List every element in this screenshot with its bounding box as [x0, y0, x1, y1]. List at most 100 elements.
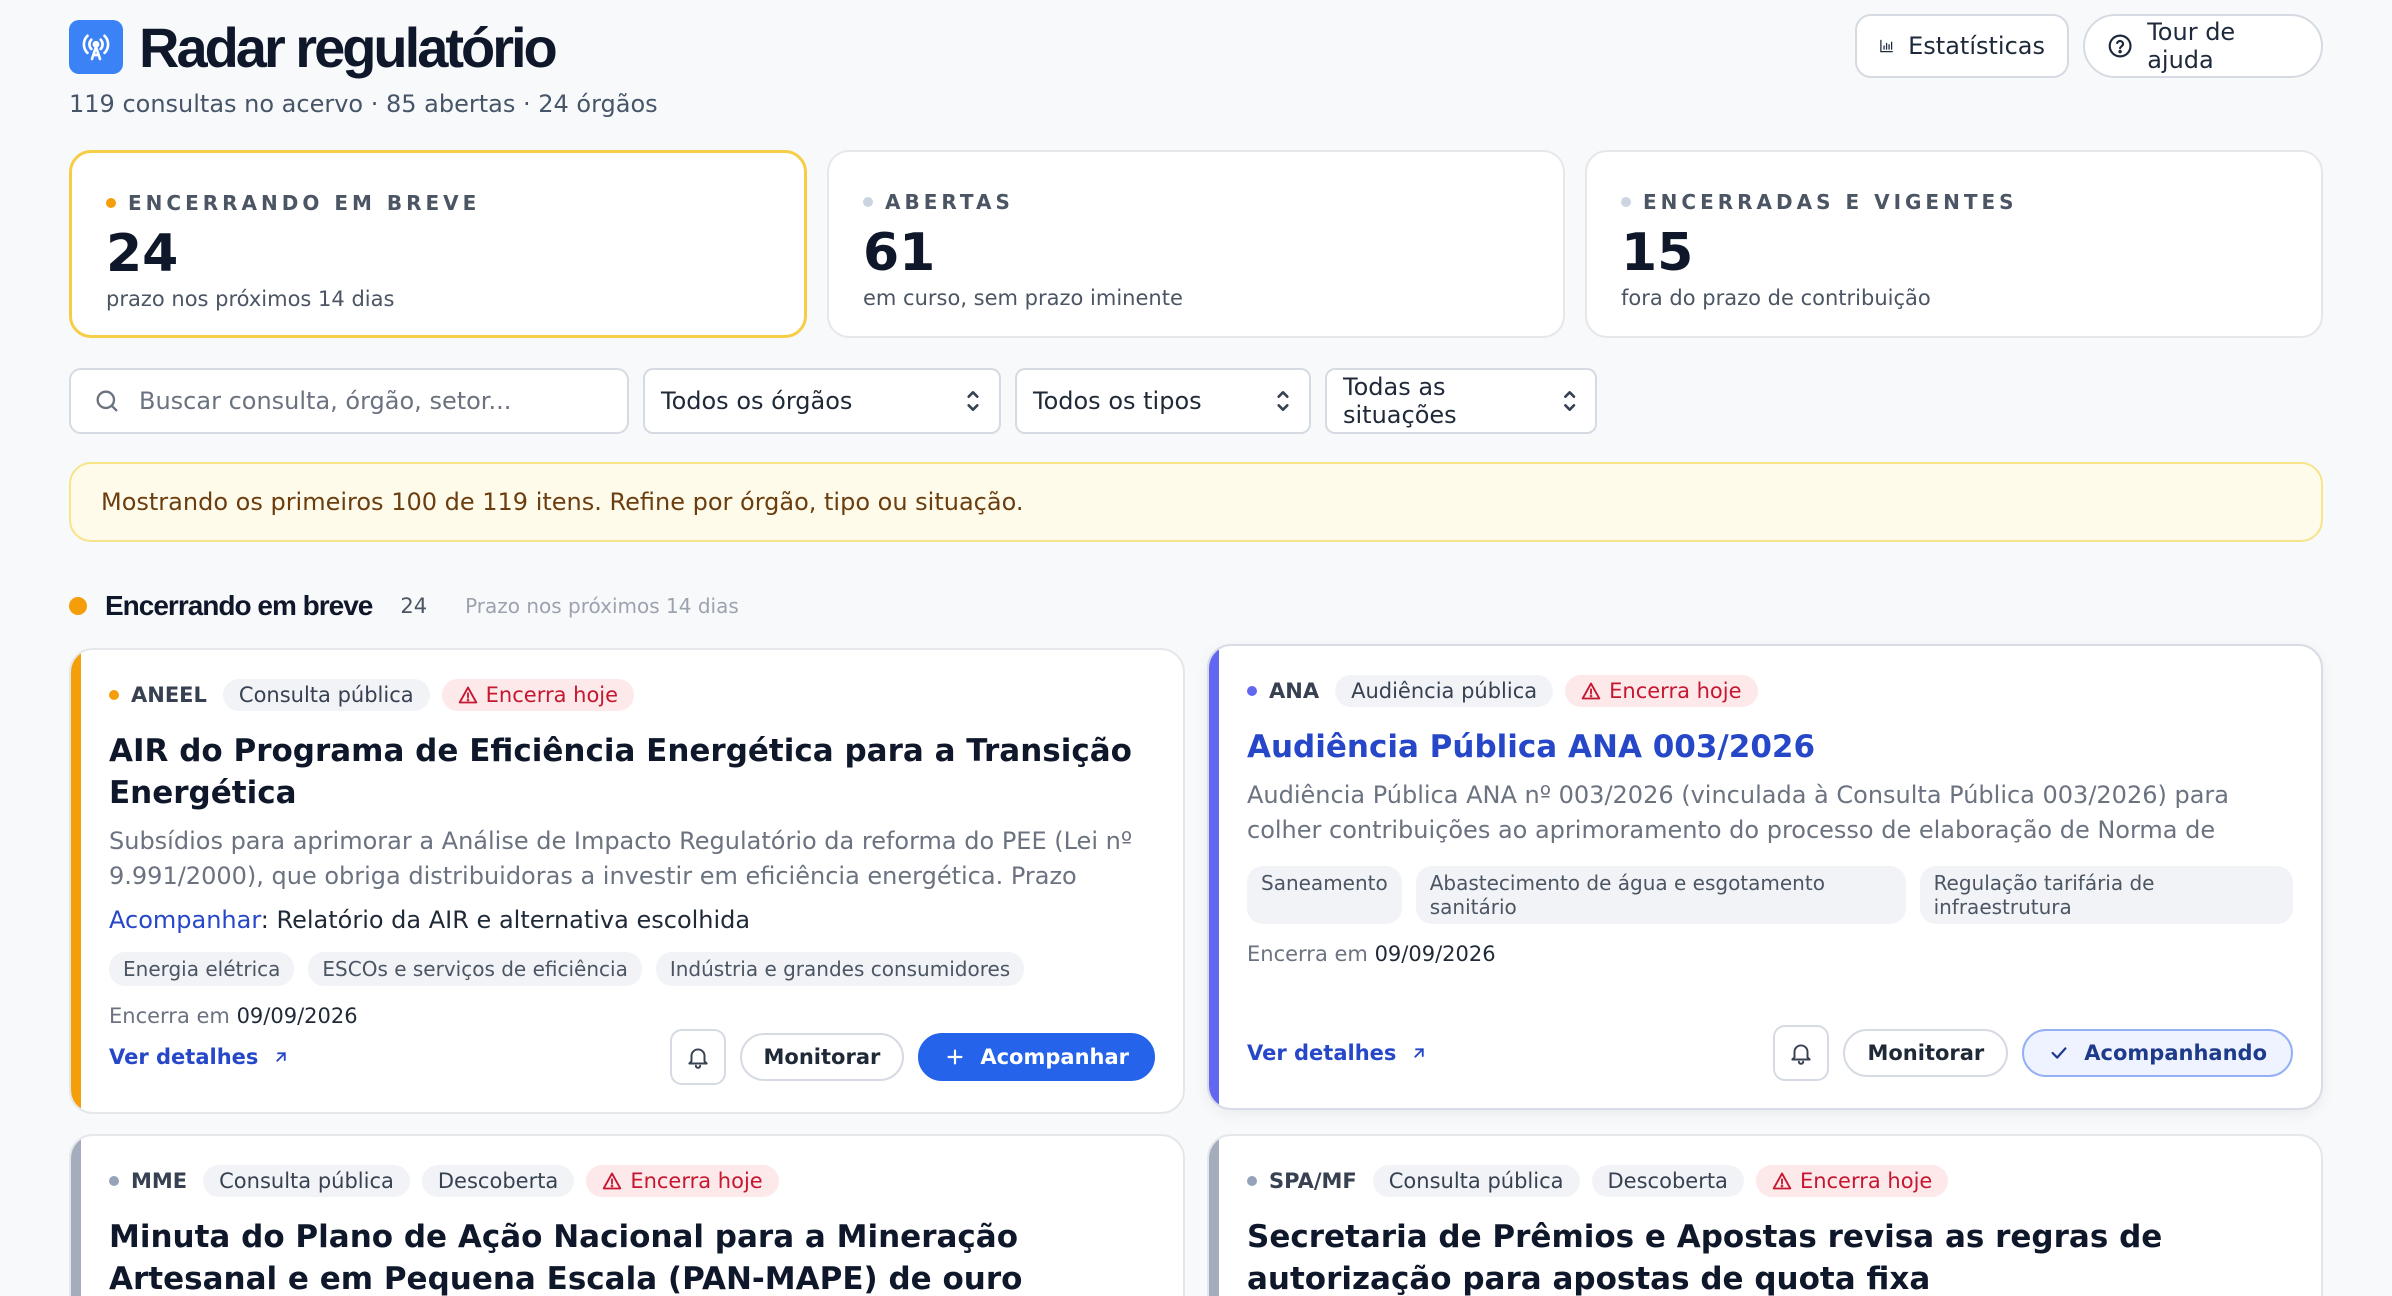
- follow-button[interactable]: Acompanhar: [918, 1033, 1155, 1081]
- consultation-card[interactable]: MME Consulta pública Descoberta Encerra …: [69, 1134, 1185, 1296]
- arrow-up-right-icon: [1414, 1048, 1425, 1058]
- alert-triangle-icon: [603, 1172, 622, 1190]
- notify-button[interactable]: [1773, 1025, 1830, 1081]
- stat-card-closing-soon[interactable]: ENCERRANDO EM BREVE 24 prazo nos próximo…: [69, 150, 807, 338]
- sector-tag: ESCOs e serviços de eficiência: [308, 952, 642, 986]
- deadline-badge-label: Encerra hoje: [1609, 679, 1742, 703]
- status-dot: [106, 198, 116, 208]
- deadline-badge: Encerra hoje: [1565, 675, 1758, 707]
- sector-tag: Indústria e grandes consumidores: [655, 952, 1025, 986]
- card-accent: [1209, 1136, 1219, 1296]
- org-name: ANEEL: [131, 683, 207, 707]
- filter-situacao-select[interactable]: Todas as situações: [1325, 368, 1597, 434]
- deadline-badge: Encerra hoje: [1755, 1165, 1949, 1197]
- monitor-button[interactable]: Monitorar: [739, 1033, 905, 1081]
- statistics-button[interactable]: Estatísticas: [1855, 14, 2069, 78]
- sector-tags: Saneamento Abastecimento de água e esgot…: [1247, 866, 2293, 924]
- following-button-label: Acompanhando: [2084, 1041, 2267, 1065]
- view-details-link[interactable]: Ver detalhes: [109, 1045, 290, 1069]
- sector-tag: Abastecimento de água e esgotamento sani…: [1415, 866, 1906, 924]
- card-description: Subsídios para aprimorar a Análise de Im…: [109, 827, 1133, 890]
- card-footer: Ver detalhes Monitorar Acompanhar: [109, 1029, 1155, 1085]
- sector-tag: Saneamento: [1247, 866, 1402, 924]
- filter-orgao-select[interactable]: Todos os órgãos: [643, 368, 1001, 434]
- stat-card-closed[interactable]: ENCERRADAS E VIGENTES 15 fora do prazo d…: [1585, 150, 2323, 338]
- notify-button[interactable]: [669, 1029, 726, 1085]
- stat-value: 24: [106, 224, 179, 284]
- card-actions: Monitorar Acompanhar: [669, 1029, 1155, 1085]
- deadline-badge: Encerra hoje: [586, 1165, 779, 1197]
- view-details-link[interactable]: Ver detalhes: [1247, 1041, 1428, 1065]
- plus-icon: [947, 1049, 963, 1065]
- filter-tipo-select[interactable]: Todos os tipos: [1015, 368, 1311, 434]
- card-tags: SPA/MF Consulta pública Descoberta Encer…: [1247, 1164, 2293, 1198]
- org-dot: [1247, 686, 1257, 696]
- filter-tipo-value: Todos os tipos: [1033, 387, 1202, 415]
- page: Radar regulatório 119 consultas no acerv…: [69, 0, 2323, 1296]
- search-input[interactable]: [139, 387, 599, 415]
- type-badge: Consulta pública: [203, 1165, 410, 1197]
- filter-orgao-value: Todos os órgãos: [661, 387, 853, 415]
- alert-triangle-icon: [1581, 682, 1601, 700]
- discovery-badge: Descoberta: [1591, 1165, 1744, 1197]
- card-actions: Monitorar Acompanhando: [1773, 1025, 2293, 1081]
- deadline-label: Encerra em: [109, 1004, 230, 1028]
- consultation-card[interactable]: ANA Audiência pública Encerra hoje Audiê…: [1207, 644, 2323, 1110]
- org-name: ANA: [1269, 679, 1320, 703]
- stat-description: fora do prazo de contribuição: [1621, 286, 1931, 310]
- stat-description: em curso, sem prazo iminente: [863, 286, 1183, 310]
- type-badge: Audiência pública: [1335, 675, 1554, 707]
- type-badge: Consulta pública: [222, 679, 430, 711]
- deadline-date: 09/09/2026: [1374, 942, 1496, 966]
- consultation-card[interactable]: SPA/MF Consulta pública Descoberta Encer…: [1207, 1134, 2323, 1296]
- card-title[interactable]: Minuta do Plano de Ação Nacional para a …: [109, 1216, 1155, 1296]
- help-tour-label: Tour de ajuda: [2147, 18, 2236, 74]
- section-dot: [69, 597, 87, 615]
- card-accent: [71, 1136, 81, 1296]
- monitor-button[interactable]: Monitorar: [1843, 1029, 2009, 1077]
- type-badge: Consulta pública: [1372, 1165, 1580, 1197]
- section-count: 24: [400, 594, 428, 618]
- help-tour-button[interactable]: Tour de ajuda: [2083, 14, 2323, 78]
- check-icon: [2051, 1047, 2067, 1059]
- search-icon: [96, 390, 118, 412]
- card-title[interactable]: Audiência Pública ANA 003/2026: [1247, 726, 2293, 768]
- card-accent: [71, 650, 81, 1112]
- view-details-label: Ver detalhes: [109, 1045, 259, 1069]
- alert-triangle-icon: [1772, 1172, 1792, 1190]
- sector-tags: Energia elétrica ESCOs e serviços de efi…: [109, 952, 1155, 986]
- section-title: Encerrando em breve: [105, 590, 373, 621]
- stat-value: 15: [1621, 223, 1694, 283]
- stat-label: ABERTAS: [885, 190, 1014, 214]
- view-details-label: Ver detalhes: [1247, 1041, 1397, 1065]
- stat-description: prazo nos próximos 14 dias: [106, 287, 395, 311]
- following-button[interactable]: Acompanhando: [2022, 1029, 2293, 1077]
- follow-note-text: : Relatório da AIR e alternativa escolhi…: [260, 906, 751, 934]
- sector-tag: Regulação tarifária de infraestrutura: [1919, 866, 2293, 924]
- stat-label: ENCERRANDO EM BREVE: [128, 191, 481, 215]
- radar-logo-icon: [69, 20, 123, 74]
- search-box[interactable]: [69, 368, 629, 434]
- card-title[interactable]: AIR do Programa de Eficiência Energética…: [109, 730, 1155, 814]
- card-footer: Ver detalhes Monitorar Acompanhando: [1247, 1025, 2293, 1081]
- consultation-card[interactable]: ANEEL Consulta pública Encerra hoje AIR …: [69, 648, 1185, 1114]
- card-tags: MME Consulta pública Descoberta Encerra …: [109, 1164, 1155, 1198]
- results-notice: Mostrando os primeiros 100 de 119 itens.…: [69, 462, 2323, 542]
- card-deadline: Encerra em 09/09/2026: [1247, 942, 2293, 966]
- card-title[interactable]: Secretaria de Prêmios e Apostas revisa a…: [1247, 1216, 2293, 1296]
- status-dot: [1621, 197, 1631, 207]
- card-follow-note: Acompanhar: Relatório da AIR e alternati…: [109, 906, 1155, 934]
- card-tags: ANA Audiência pública Encerra hoje: [1247, 674, 2293, 708]
- chevron-up-down-icon: [967, 391, 979, 411]
- sector-tag: Energia elétrica: [109, 952, 295, 986]
- arrow-up-right-icon: [276, 1052, 287, 1062]
- discovery-badge: Descoberta: [421, 1165, 575, 1197]
- org-name: SPA/MF: [1269, 1169, 1357, 1193]
- stat-card-open[interactable]: ABERTAS 61 em curso, sem prazo iminente: [827, 150, 1565, 338]
- bell-icon: [1791, 1044, 1812, 1065]
- org-name: MME: [131, 1169, 188, 1193]
- org-dot: [1247, 1176, 1257, 1186]
- org-dot: [109, 690, 119, 700]
- card-description: Audiência Pública ANA nº 003/2026 (vincu…: [1247, 781, 2229, 844]
- section-header: Encerrando em breve 24 Prazo nos próximo…: [69, 586, 739, 626]
